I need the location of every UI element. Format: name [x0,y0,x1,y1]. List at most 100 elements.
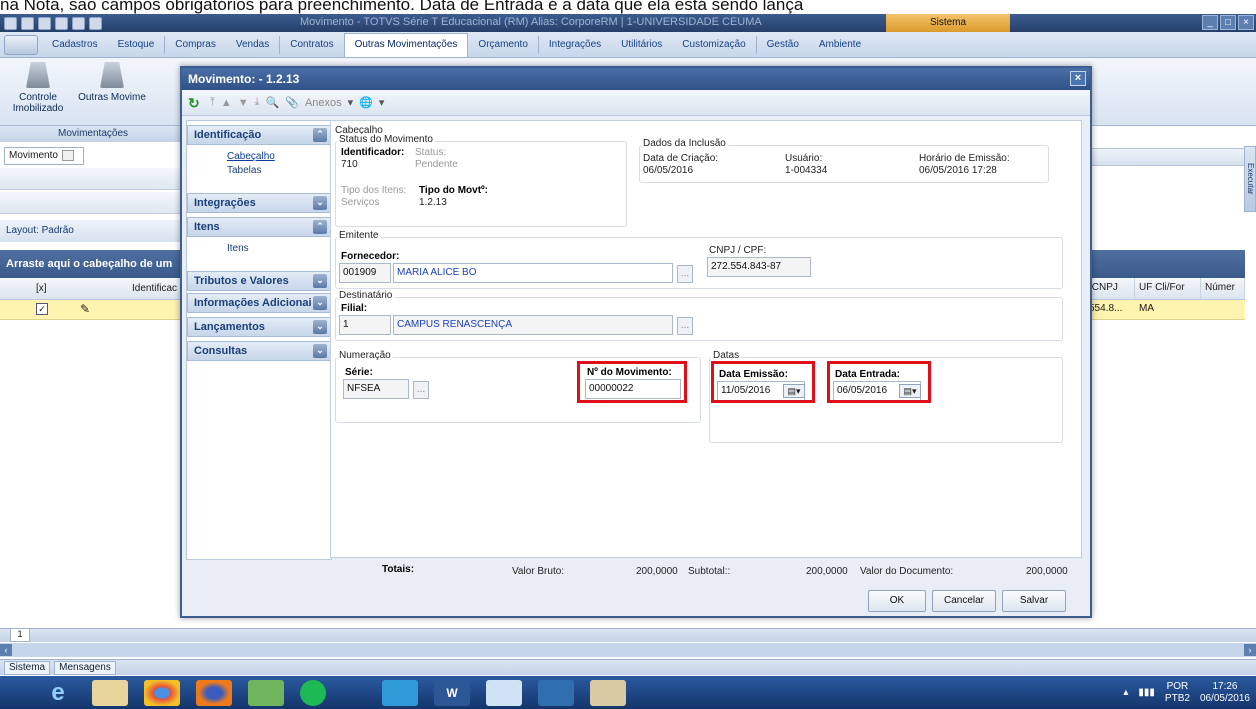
search-icon[interactable]: 🔍 [266,96,280,109]
executar-side-tab[interactable]: Executar [1244,146,1256,212]
chevron-down-icon[interactable]: ▾ [348,96,354,109]
next-record-icon[interactable]: ▼ [238,97,249,109]
serie-field[interactable]: NFSEA [343,379,409,399]
ok-button[interactable]: OK [868,590,926,612]
maximize-button[interactable]: □ [1220,15,1236,30]
menu-compras[interactable]: Compras [165,34,226,56]
firefox-icon[interactable] [196,680,232,706]
menu-orcamento[interactable]: Orçamento [468,34,537,56]
col-cnpj[interactable]: /CNPJ [1085,278,1135,299]
row-checkbox[interactable]: ✓ [36,303,48,315]
menu-contratos[interactable]: Contratos [280,34,343,56]
close-tab-icon[interactable] [61,149,74,161]
clock[interactable]: 17:26 06/05/2016 [1200,681,1250,705]
menu-integracoes[interactable]: Integrações [539,34,611,56]
app-icon-green[interactable] [248,680,284,706]
filial-name-field[interactable]: CAMPUS RENASCENÇA [393,315,673,335]
serie-label: Série: [345,367,373,378]
nav-integracoes[interactable]: Integrações ⌄ [187,193,331,213]
menu-cadastros[interactable]: Cadastros [42,34,108,56]
close-icon[interactable]: × [1070,71,1086,86]
scroll-right-icon[interactable]: › [1244,644,1256,656]
nav-tributos[interactable]: Tributos e Valores ⌄ [187,271,331,291]
nav-identificacao[interactable]: Identificação ⌃ [187,125,331,145]
close-icon[interactable]: × [1238,15,1254,30]
table-row[interactable]: 554.8... MA [1085,300,1245,320]
last-record-icon[interactable]: ⤓ [255,96,260,109]
cancelar-button[interactable]: Cancelar [932,590,996,612]
page-number[interactable]: 1 [10,628,30,642]
calculator-icon[interactable] [382,680,418,706]
tray-chevron-icon[interactable]: ▴ [1123,687,1128,698]
menu-vendas[interactable]: Vendas [226,34,279,56]
new-icon[interactable] [21,16,34,30]
outras-movimentacoes-button[interactable]: Outras Movime [76,62,148,110]
tools-icon[interactable] [72,16,85,30]
network-icon[interactable]: ▮▮▮ [1138,687,1155,698]
folder-icon[interactable] [92,680,128,706]
nav-itens[interactable]: Itens ⌃ [187,217,331,237]
context-tab-sistema[interactable]: Sistema [886,14,1010,32]
nav-item-cabecalho[interactable]: Cabeçalho [227,151,275,162]
first-record-icon[interactable]: ⤒ [210,96,215,109]
filial-lookup-button[interactable]: … [677,317,693,335]
app-button[interactable] [4,34,38,55]
fornecedor-lookup-button[interactable]: … [677,265,693,283]
nav-item-tabelas[interactable]: Tabelas [227,165,261,176]
layout-select[interactable]: Padrão [42,225,74,236]
fornecedor-name-field[interactable]: MARIA ALICE BO [393,263,673,283]
nav-consultas[interactable]: Consultas ⌄ [187,341,331,361]
serie-lookup-button[interactable]: … [413,381,429,399]
previous-record-icon[interactable]: ▲ [221,97,232,109]
attachment-icon[interactable]: 📎 [285,96,299,109]
ie-icon[interactable]: e [40,679,76,706]
spotify-icon[interactable] [300,680,326,706]
menu-estoque[interactable]: Estoque [108,34,165,56]
salvar-button[interactable]: Salvar [1002,590,1066,612]
refresh-icon[interactable]: ↻ [188,95,204,111]
filial-code-field[interactable]: 1 [339,315,391,335]
scroll-left-icon[interactable]: ‹ [0,644,12,656]
chevron-down-icon[interactable]: ⌄ [313,344,327,358]
menu-ambiente[interactable]: Ambiente [809,34,871,56]
user-icon[interactable] [89,16,102,30]
menu-outras-movimentacoes[interactable]: Outras Movimentações [343,32,469,57]
chevron-up-icon[interactable]: ⌃ [313,220,327,234]
status-tab-mensagens[interactable]: Mensagens [54,660,116,675]
scanner-icon[interactable] [486,680,522,706]
menu-utilitarios[interactable]: Utilitários [611,34,672,56]
chevron-down-icon[interactable]: ⌄ [313,296,327,310]
app-menu-icon[interactable] [4,16,17,30]
tab-movimento[interactable]: Movimento [4,147,84,165]
col-numero[interactable]: Númer [1201,278,1245,299]
fornecedor-code-field[interactable]: 001909 [339,263,391,283]
col-select-all[interactable]: [x] [36,283,47,294]
language-indicator[interactable]: POR PTB2 [1165,681,1190,705]
status-tab-sistema[interactable]: Sistema [4,660,51,675]
chevron-down-icon[interactable]: ⌄ [313,274,327,288]
col-identificador[interactable]: Identificac [132,283,177,294]
globe-icon[interactable]: 🌐 [359,96,373,109]
anexos-menu[interactable]: Anexos [305,97,342,109]
controle-imobilizado-button[interactable]: Controle Imobilizado [2,62,74,114]
nav-informacoes[interactable]: Informações Adicionai ⌄ [187,293,331,313]
paint-icon[interactable] [590,680,626,706]
window-icon[interactable] [38,16,51,30]
chevron-up-icon[interactable]: ⌃ [313,128,327,142]
refresh-icon[interactable] [55,16,68,30]
horizontal-scrollbar[interactable]: ‹ › [0,643,1256,657]
nav-lancamentos[interactable]: Lançamentos ⌄ [187,317,331,337]
word-icon[interactable]: W [434,680,470,706]
col-uf-cli-for[interactable]: UF Cli/For [1135,278,1201,299]
menu-gestao[interactable]: Gestão [757,34,809,56]
chevron-down-icon[interactable]: ▾ [379,96,385,109]
chrome-icon[interactable] [144,680,180,706]
menu-customizacao[interactable]: Customização [672,34,755,56]
totvs-icon[interactable] [538,680,574,706]
table-row[interactable]: ✓ ✎ [0,300,186,320]
cnpj-field[interactable]: 272.554.843-87 [707,257,811,277]
nav-item-itens[interactable]: Itens [227,243,249,254]
chevron-down-icon[interactable]: ⌄ [313,196,327,210]
chevron-down-icon[interactable]: ⌄ [313,320,327,334]
minimize-button[interactable]: _ [1202,15,1218,30]
